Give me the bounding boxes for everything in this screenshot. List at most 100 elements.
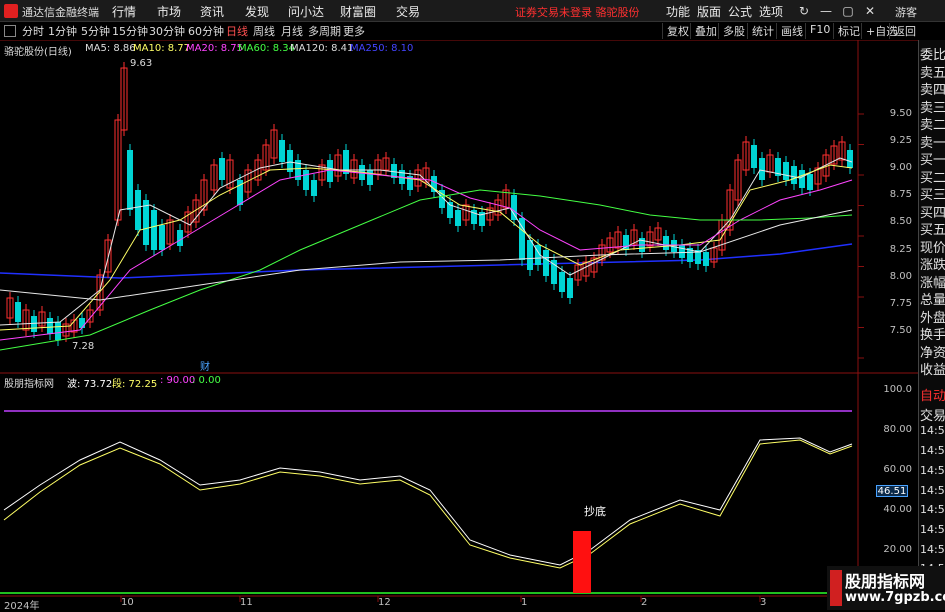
candle-body-down xyxy=(159,225,165,250)
candle-body-down xyxy=(663,236,669,250)
side-quote-label-17: 净资 xyxy=(920,345,945,361)
candle-body-down xyxy=(455,210,461,226)
period-tab-9[interactable]: 多周期 xyxy=(308,23,341,39)
menu-item-1[interactable]: 市场 xyxy=(157,3,181,20)
ma60-line xyxy=(0,189,853,351)
price-tick-4: 8.50 xyxy=(889,216,912,228)
osc-tick-4: 20.00 xyxy=(883,544,912,555)
menu-item-3[interactable]: 发现 xyxy=(245,3,269,20)
period-tab-1[interactable]: 1分钟 xyxy=(48,23,77,39)
menu-item-2[interactable]: 资讯 xyxy=(200,3,224,20)
candle-body-down xyxy=(15,302,21,322)
period-tab-5[interactable]: 60分钟 xyxy=(188,23,224,39)
watermark-logo-icon xyxy=(830,570,842,606)
candle-body-down xyxy=(219,158,225,180)
right-menu-item-3[interactable]: 选项 xyxy=(759,3,783,20)
date-tick-3: 12 xyxy=(378,597,391,608)
period-tab-4[interactable]: 30分钟 xyxy=(149,23,185,39)
side-quote-label-3: 卖三 xyxy=(920,100,945,116)
layout-icon[interactable] xyxy=(4,25,16,37)
date-tick-6: 3 xyxy=(760,597,767,608)
side-time-label-0: 自动 xyxy=(920,389,945,404)
osc-current-marker: 46.51 xyxy=(876,485,908,497)
date-tick-4: 1 xyxy=(521,597,528,608)
tool-button-1[interactable]: 叠加 xyxy=(690,23,717,39)
ma-label-2: MA20: 8.75 xyxy=(186,43,244,54)
side-quote-label-7: 买二 xyxy=(920,170,945,186)
menu-item-5[interactable]: 财富圈 xyxy=(340,3,376,20)
refresh-icon[interactable]: ↻ xyxy=(796,3,812,19)
candle-body-down xyxy=(799,170,805,188)
candle-body-down xyxy=(135,190,141,230)
stock-title: 骆驼股份(日线) xyxy=(4,47,72,58)
menu-item-4[interactable]: 问小达 xyxy=(288,3,324,20)
right-menu-item-2[interactable]: 公式 xyxy=(728,3,752,20)
side-quote-label-1: 卖五 xyxy=(920,65,945,81)
side-time-label-6: 14:56 xyxy=(920,503,945,517)
candle-body-down xyxy=(327,160,333,182)
osc-value-3: : 0.00 xyxy=(192,375,221,386)
login-warning[interactable]: 证券交易未登录 骆驼股份 xyxy=(515,4,640,20)
kline-chart[interactable] xyxy=(0,40,918,609)
period-tab-7[interactable]: 周线 xyxy=(253,23,275,39)
period-tab-6[interactable]: 日线 xyxy=(226,23,248,39)
period-tab-0[interactable]: 分时 xyxy=(22,23,44,39)
close-icon[interactable]: ✕ xyxy=(862,3,878,19)
tool-button-6[interactable]: 标记 xyxy=(833,23,860,39)
candle-body-down xyxy=(847,150,853,168)
watermark-title: 股朋指标网 xyxy=(845,572,926,591)
side-quote-label-10: 买五 xyxy=(920,223,945,238)
right-menu-item-1[interactable]: 版面 xyxy=(697,3,721,20)
candle-body-down xyxy=(527,240,533,270)
signal-label: 抄底 xyxy=(584,505,606,518)
bottom-signal-bar xyxy=(573,531,591,593)
osc-segment-line xyxy=(3,439,853,569)
maximize-icon[interactable]: ▢ xyxy=(840,3,856,19)
tool-button-0[interactable]: 复权 xyxy=(662,23,689,39)
side-time-label-8: 14:56 xyxy=(920,542,945,556)
app-logo-icon xyxy=(4,4,18,18)
osc-wave-line xyxy=(3,437,853,566)
watermark-url: www.7gpzb.com xyxy=(845,590,945,605)
osc-value-2: : 90.00 xyxy=(160,375,196,386)
side-time-label-3: 14:56 xyxy=(920,444,945,458)
side-quote-label-15: 外盘 xyxy=(920,310,945,326)
tool-button-2[interactable]: 多股 xyxy=(718,23,745,39)
date-tick-5: 2 xyxy=(641,597,648,608)
date-tick-1: 10 xyxy=(121,597,134,608)
ma-label-3: MA60: 8.34 xyxy=(238,43,296,54)
tool-button-4[interactable]: 画线 xyxy=(776,23,803,39)
candle-body-down xyxy=(703,252,709,266)
guest-label[interactable]: 游客 xyxy=(895,4,917,20)
tool-button-8[interactable]: 返回 xyxy=(889,23,916,39)
candle-body-down xyxy=(751,145,757,168)
menu-item-6[interactable]: 交易 xyxy=(396,3,420,20)
price-tick-1: 9.25 xyxy=(889,135,912,147)
candle-body-down xyxy=(783,162,789,180)
period-tab-10[interactable]: 更多 xyxy=(343,23,365,39)
high-price-label: 9.63 xyxy=(130,58,153,69)
tool-button-3[interactable]: 统计 xyxy=(747,23,774,39)
period-tab-2[interactable]: 5分钟 xyxy=(81,23,110,39)
osc-title: 股朋指标网 xyxy=(4,379,54,390)
tool-button-5[interactable]: F10 xyxy=(805,23,830,39)
side-quote-label-4: 卖二 xyxy=(920,118,945,133)
candle-body-down xyxy=(127,150,133,210)
candle-body-down xyxy=(559,272,565,292)
price-tick-2: 9.00 xyxy=(889,162,912,174)
minimize-icon[interactable]: — xyxy=(818,3,834,19)
side-quote-label-11: 现价 xyxy=(920,240,945,256)
side-time-label-5: 14:56 xyxy=(920,483,945,497)
candle-body-down xyxy=(47,318,53,334)
right-menu-item-0[interactable]: 功能 xyxy=(666,3,690,20)
side-quote-label-5: 卖一 xyxy=(920,135,945,151)
period-tab-3[interactable]: 15分钟 xyxy=(112,23,148,39)
period-tab-8[interactable]: 月线 xyxy=(281,23,303,39)
candle-body-down xyxy=(807,174,813,190)
finance-mark[interactable]: 财 xyxy=(200,358,210,373)
menu-item-0[interactable]: 行情 xyxy=(112,3,136,20)
ma-label-1: MA10: 8.77 xyxy=(133,43,191,54)
osc-tick-2: 60.00 xyxy=(883,464,912,475)
candle-body-down xyxy=(55,322,61,340)
side-quote-label-14: 总量 xyxy=(920,293,945,308)
